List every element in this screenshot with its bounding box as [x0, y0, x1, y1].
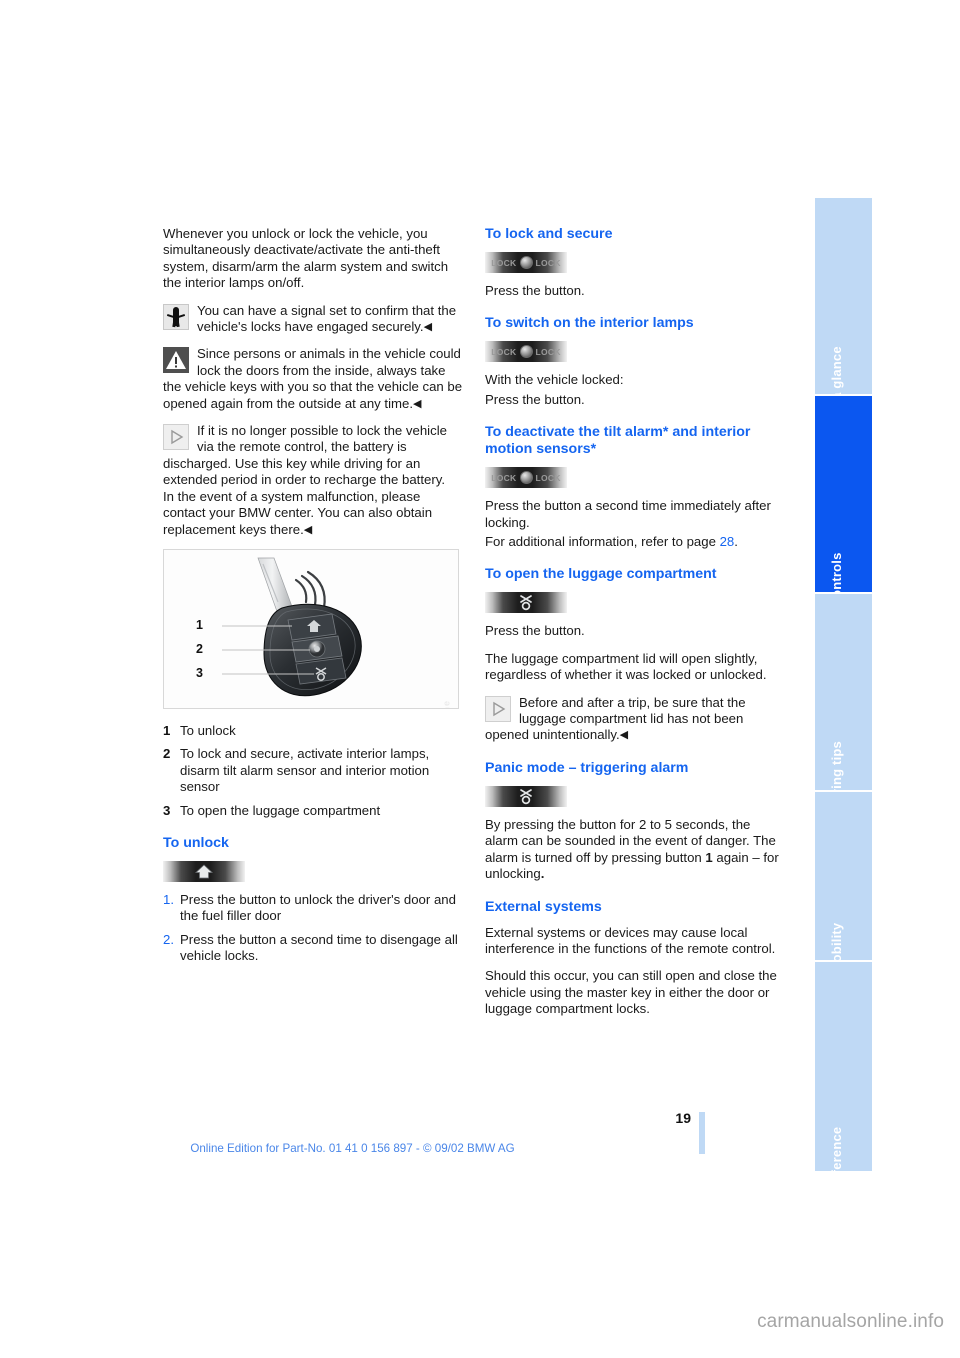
lock-knob-icon: [519, 256, 533, 269]
warning-triangle-icon: [163, 347, 189, 374]
left-column: Whenever you unlock or lock the vehicle,…: [163, 226, 463, 972]
key-fob-graphic: [222, 557, 362, 697]
heading-panic-mode: Panic mode – triggering alarm: [485, 759, 689, 776]
legend-text: To unlock: [180, 722, 236, 738]
note-luggage-text: Before and after a trip, be sure that th…: [485, 695, 785, 744]
note-info-block: If it is no longer possible to lock the …: [163, 423, 463, 538]
note-triangle-icon: [485, 695, 511, 722]
note-signal-body: You can have a signal set to confirm tha…: [197, 302, 457, 335]
external-systems-para1: External systems or devices may cause lo…: [485, 924, 776, 956]
signal-person-icon: [163, 303, 189, 330]
lock-button-label: LOCK: [535, 346, 561, 357]
note-signal-text: You can have a signal set to confirm tha…: [163, 303, 463, 336]
callout-number-3: 3: [196, 665, 203, 680]
sidebar-tab-at-a-glance[interactable]: At a glance: [815, 198, 872, 418]
note-info-body-1: If it is no longer possible to lock the …: [163, 423, 447, 488]
heading-to-lock-and-secure: To lock and secure: [485, 226, 613, 242]
lock-button-icon: LOCK LOCK: [485, 467, 567, 489]
intro-paragraph: Whenever you unlock or lock the vehicle,…: [163, 226, 449, 291]
page-ref-suffix: .: [734, 534, 738, 550]
lock-knob-icon: [519, 471, 533, 485]
external-systems-para2: Should this occur, you can still open an…: [485, 968, 777, 1017]
sidebar-tab-label: Reference: [828, 1126, 844, 1192]
legend-item: 1 To unlock: [163, 723, 463, 739]
page-ref-prefix: For additional information, refer to pag…: [485, 534, 720, 550]
luggage-line1: Press the button.: [485, 623, 585, 639]
step-text: Press the button a second time to diseng…: [180, 931, 458, 964]
manual-page: At a glance Controls Driving tips Mobili…: [0, 0, 960, 1358]
end-of-note-marker: ◀: [423, 321, 433, 334]
trunk-button-icon: [485, 785, 567, 807]
callout-number-1: 1: [196, 617, 203, 632]
legend-text: To lock and secure, activate interior la…: [180, 746, 430, 795]
tilt-alarm-line2: For additional information, refer to pag…: [485, 534, 785, 550]
unlock-button-icon: [163, 860, 245, 882]
online-edition-notice: Online Edition for Part-No. 01 41 0 156 …: [190, 1142, 515, 1155]
legend-number: 3: [163, 802, 171, 818]
interior-lamps-line2: Press the button.: [485, 391, 585, 407]
lock-knob-icon: [519, 345, 533, 359]
unlock-step: 2. Press the button a second time to dis…: [163, 932, 463, 965]
heading-to-unlock: To unlock: [163, 834, 229, 851]
note-info-body-2: In the event of a system malfunction, pl…: [163, 488, 433, 537]
sidebar-tab-driving-tips[interactable]: Driving tips: [815, 594, 872, 815]
site-watermark: carmanualsonline.info: [757, 1311, 944, 1332]
end-of-note-marker: ◀: [413, 397, 422, 410]
heading-open-luggage-compartment: To open the luggage compartment: [485, 566, 717, 583]
interior-lamps-line1: With the vehicle locked:: [485, 372, 624, 388]
legend-item: 3 To open the luggage compartment: [163, 803, 463, 819]
lock-button-label: LOCK: [491, 257, 517, 268]
legend-number: 2: [163, 746, 171, 762]
page-reference-link[interactable]: 28: [720, 534, 735, 549]
figure-watermark: carmanualsonline: [442, 700, 452, 708]
chapter-tab-sidebar: At a glance Controls Driving tips Mobili…: [815, 198, 872, 1191]
lock-button-label: LOCK: [491, 472, 517, 483]
unlock-steps: 1. Press the button to unlock the driver…: [163, 892, 463, 965]
sidebar-tab-mobility[interactable]: Mobility: [815, 792, 872, 973]
lock-button-label: LOCK: [535, 257, 561, 268]
trunk-button-icon: [485, 592, 567, 614]
lock-instruction: Press the button.: [485, 283, 585, 298]
lock-button-label: LOCK: [491, 346, 517, 357]
panic-button-number: 1: [705, 849, 713, 865]
end-of-note-marker: ◀: [303, 523, 313, 536]
end-of-note-marker: ◀: [619, 729, 629, 742]
legend-item: 2 To lock and secure, activate interior …: [163, 746, 463, 795]
callout-number-2: 2: [196, 641, 203, 656]
heading-interior-lamps: To switch on the interior lamps: [485, 315, 694, 332]
tilt-alarm-line1: Press the button a second time immediate…: [485, 498, 771, 530]
bmw-key-fob-illustration: 1 2 3 carmanualsonline: [163, 548, 459, 709]
lock-button-icon: LOCK LOCK: [485, 341, 567, 363]
note-signal-block: You can have a signal set to confirm tha…: [163, 303, 463, 336]
panic-text-end: .: [540, 866, 545, 882]
sidebar-tab-controls[interactable]: Controls: [815, 396, 872, 608]
key-button-legend: 1 To unlock 2 To lock and secure, activa…: [163, 723, 463, 819]
note-luggage-block: Before and after a trip, be sure that th…: [485, 695, 785, 744]
step-number: 2.: [163, 931, 174, 947]
luggage-line2: The luggage compartment lid will open sl…: [485, 650, 767, 683]
legend-text: To open the luggage compartment: [180, 802, 381, 818]
heading-external-systems: External systems: [485, 898, 602, 915]
right-column: To lock and secure LOCK LOCK Press the b…: [485, 226, 785, 1029]
note-warning-block: Since persons or animals in the vehicle …: [163, 346, 463, 412]
heading-deactivate-tilt-alarm: To deactivate the tilt alarm* and interi…: [485, 424, 751, 458]
note-triangle-icon: [163, 424, 189, 451]
sidebar-tab-reference[interactable]: Reference: [815, 962, 872, 1191]
step-text: Press the button to unlock the driver's …: [180, 891, 456, 924]
legend-number: 1: [163, 722, 171, 738]
lock-button-icon: LOCK LOCK: [485, 252, 567, 273]
note-warning-text: Since persons or animals in the vehicle …: [163, 346, 463, 412]
note-luggage-body: Before and after a trip, be sure that th…: [485, 694, 746, 743]
page-number: 19: [675, 1110, 691, 1126]
unlock-step: 1. Press the button to unlock the driver…: [163, 892, 463, 925]
lock-button-label: LOCK: [535, 472, 561, 483]
note-info-text: If it is no longer possible to lock the …: [163, 423, 463, 538]
step-number: 1.: [163, 891, 174, 907]
panic-mode-text: By pressing the button for 2 to 5 second…: [485, 817, 785, 883]
